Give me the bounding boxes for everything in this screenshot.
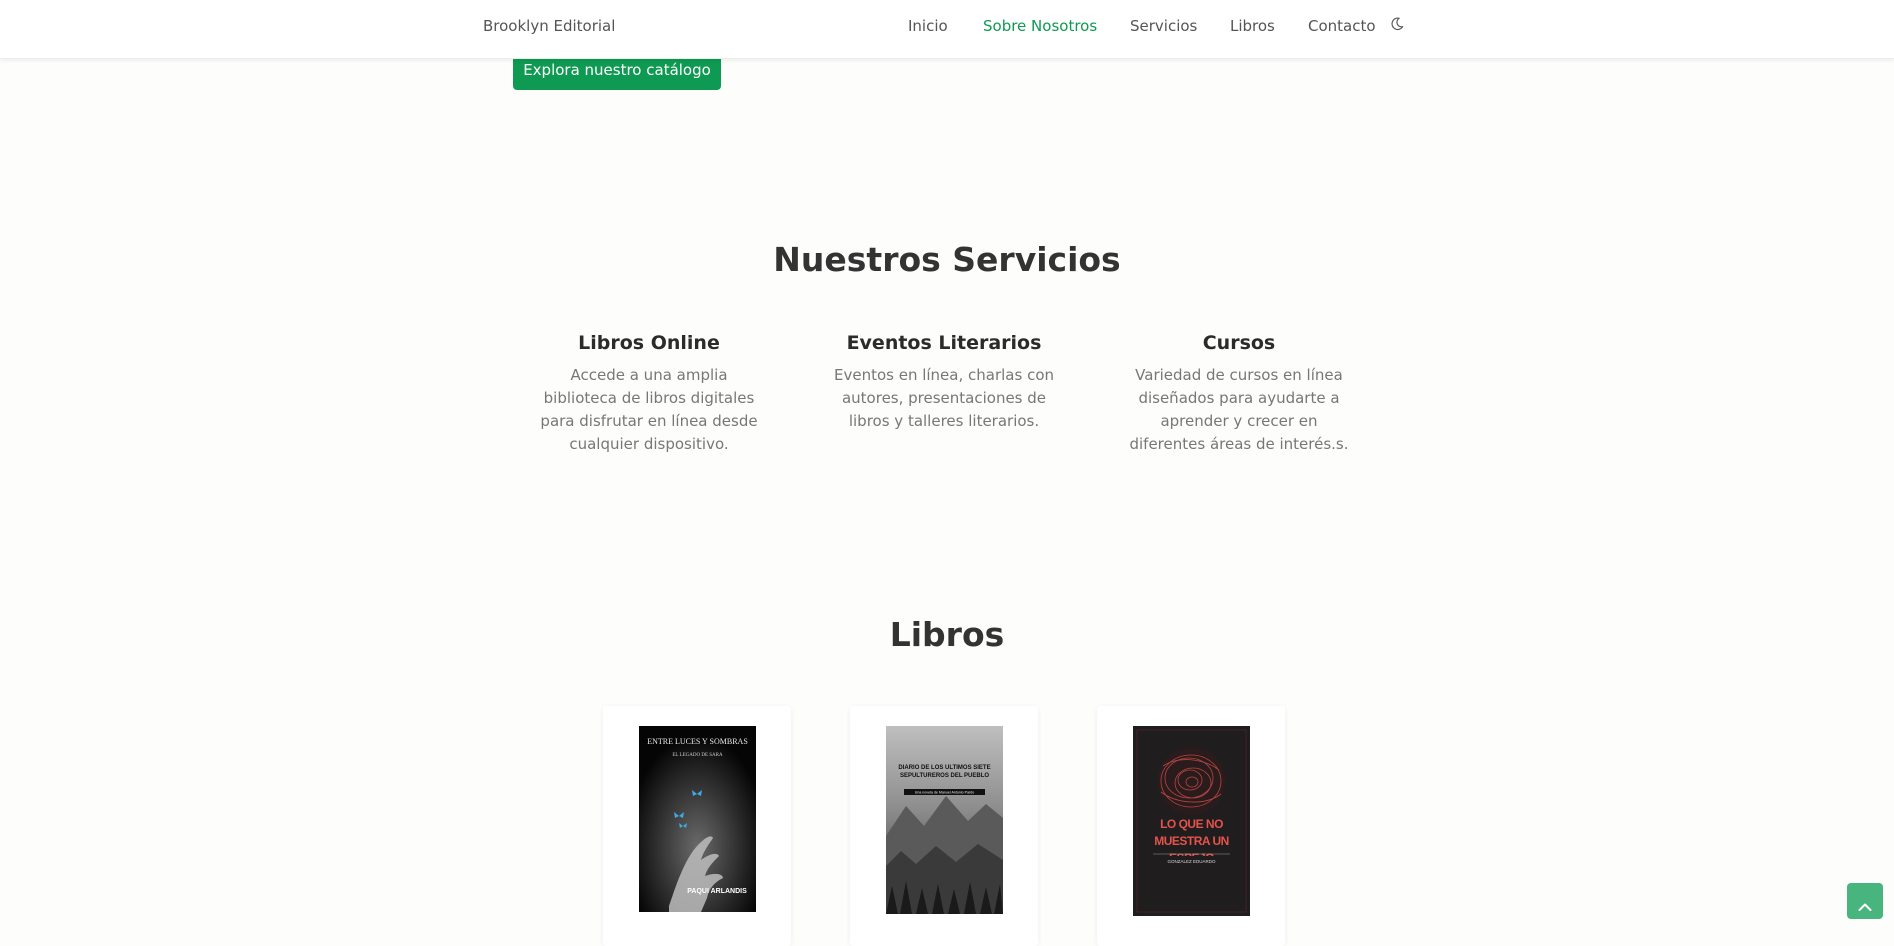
service-title: Eventos Literarios <box>846 332 1042 354</box>
book-cover[interactable]: LO QUE NO MUESTRA UN ESPEJO GONZALEZ EDU… <box>1133 726 1250 916</box>
moon-icon[interactable] <box>1390 16 1406 32</box>
book-card[interactable]: ENTRE LUCES Y SOMBRAS EL LEGADO DE SARA … <box>603 706 791 946</box>
cover-title: DIARIO DE LOS ÚLTIMOS SIETE SEPULTUREROS… <box>898 765 991 779</box>
books-title: Libros <box>889 615 1005 654</box>
scroll-to-top-button[interactable] <box>1847 883 1883 919</box>
nav-link-inicio[interactable]: Inicio <box>908 17 948 35</box>
service-description: Eventos en línea, charlas con autores, p… <box>833 366 1055 430</box>
nav-link-sobre-nosotros[interactable]: Sobre Nosotros <box>983 17 1097 35</box>
cover-subtitle: Una novela de Manuel Antonio Pardo <box>915 791 975 795</box>
nav-link-libros[interactable]: Libros <box>1230 17 1275 35</box>
book-cover[interactable]: DIARIO DE LOS ÚLTIMOS SIETE SEPULTUREROS… <box>886 726 1003 914</box>
book-card[interactable]: DIARIO DE LOS ÚLTIMOS SIETE SEPULTUREROS… <box>850 706 1038 946</box>
nav-link-servicios[interactable]: Servicios <box>1130 17 1197 35</box>
cover-title: ENTRE LUCES Y SOMBRAS <box>647 737 748 746</box>
cover-title: LO QUE NO MUESTRA UN ESPEJO <box>1154 817 1229 856</box>
cover-author: GONZALEZ EDUARDO <box>1167 859 1216 864</box>
book-cover[interactable]: ENTRE LUCES Y SOMBRAS EL LEGADO DE SARA … <box>639 726 756 912</box>
service-description: Variedad de cursos en línea diseñados pa… <box>1129 366 1349 453</box>
book-card[interactable]: LO QUE NO MUESTRA UN ESPEJO GONZALEZ EDU… <box>1097 706 1285 946</box>
service-card-eventos-literarios: Eventos Literarios Eventos en línea, cha… <box>829 332 1059 433</box>
service-description: Accede a una amplia biblioteca de libros… <box>540 366 758 453</box>
chevron-up-icon <box>1858 903 1872 911</box>
services-title: Nuestros Servicios <box>773 240 1121 279</box>
service-title: Cursos <box>1202 332 1276 354</box>
service-card-cursos: Cursos Variedad de cursos en línea diseñ… <box>1124 332 1354 456</box>
cover-subtitle: EL LEGADO DE SARA <box>672 753 723 758</box>
top-navbar: Brooklyn Editorial Inicio Sobre Nosotros… <box>0 0 1894 59</box>
cover-author: PAQUI ARLANDIS <box>687 888 747 895</box>
nav-link-contacto[interactable]: Contacto <box>1308 17 1376 35</box>
nav-menu: Inicio Sobre Nosotros Servicios Libros C… <box>0 17 1894 41</box>
service-title: Libros Online <box>578 332 720 354</box>
service-card-libros-online: Libros Online Accede a una amplia biblio… <box>534 332 764 456</box>
